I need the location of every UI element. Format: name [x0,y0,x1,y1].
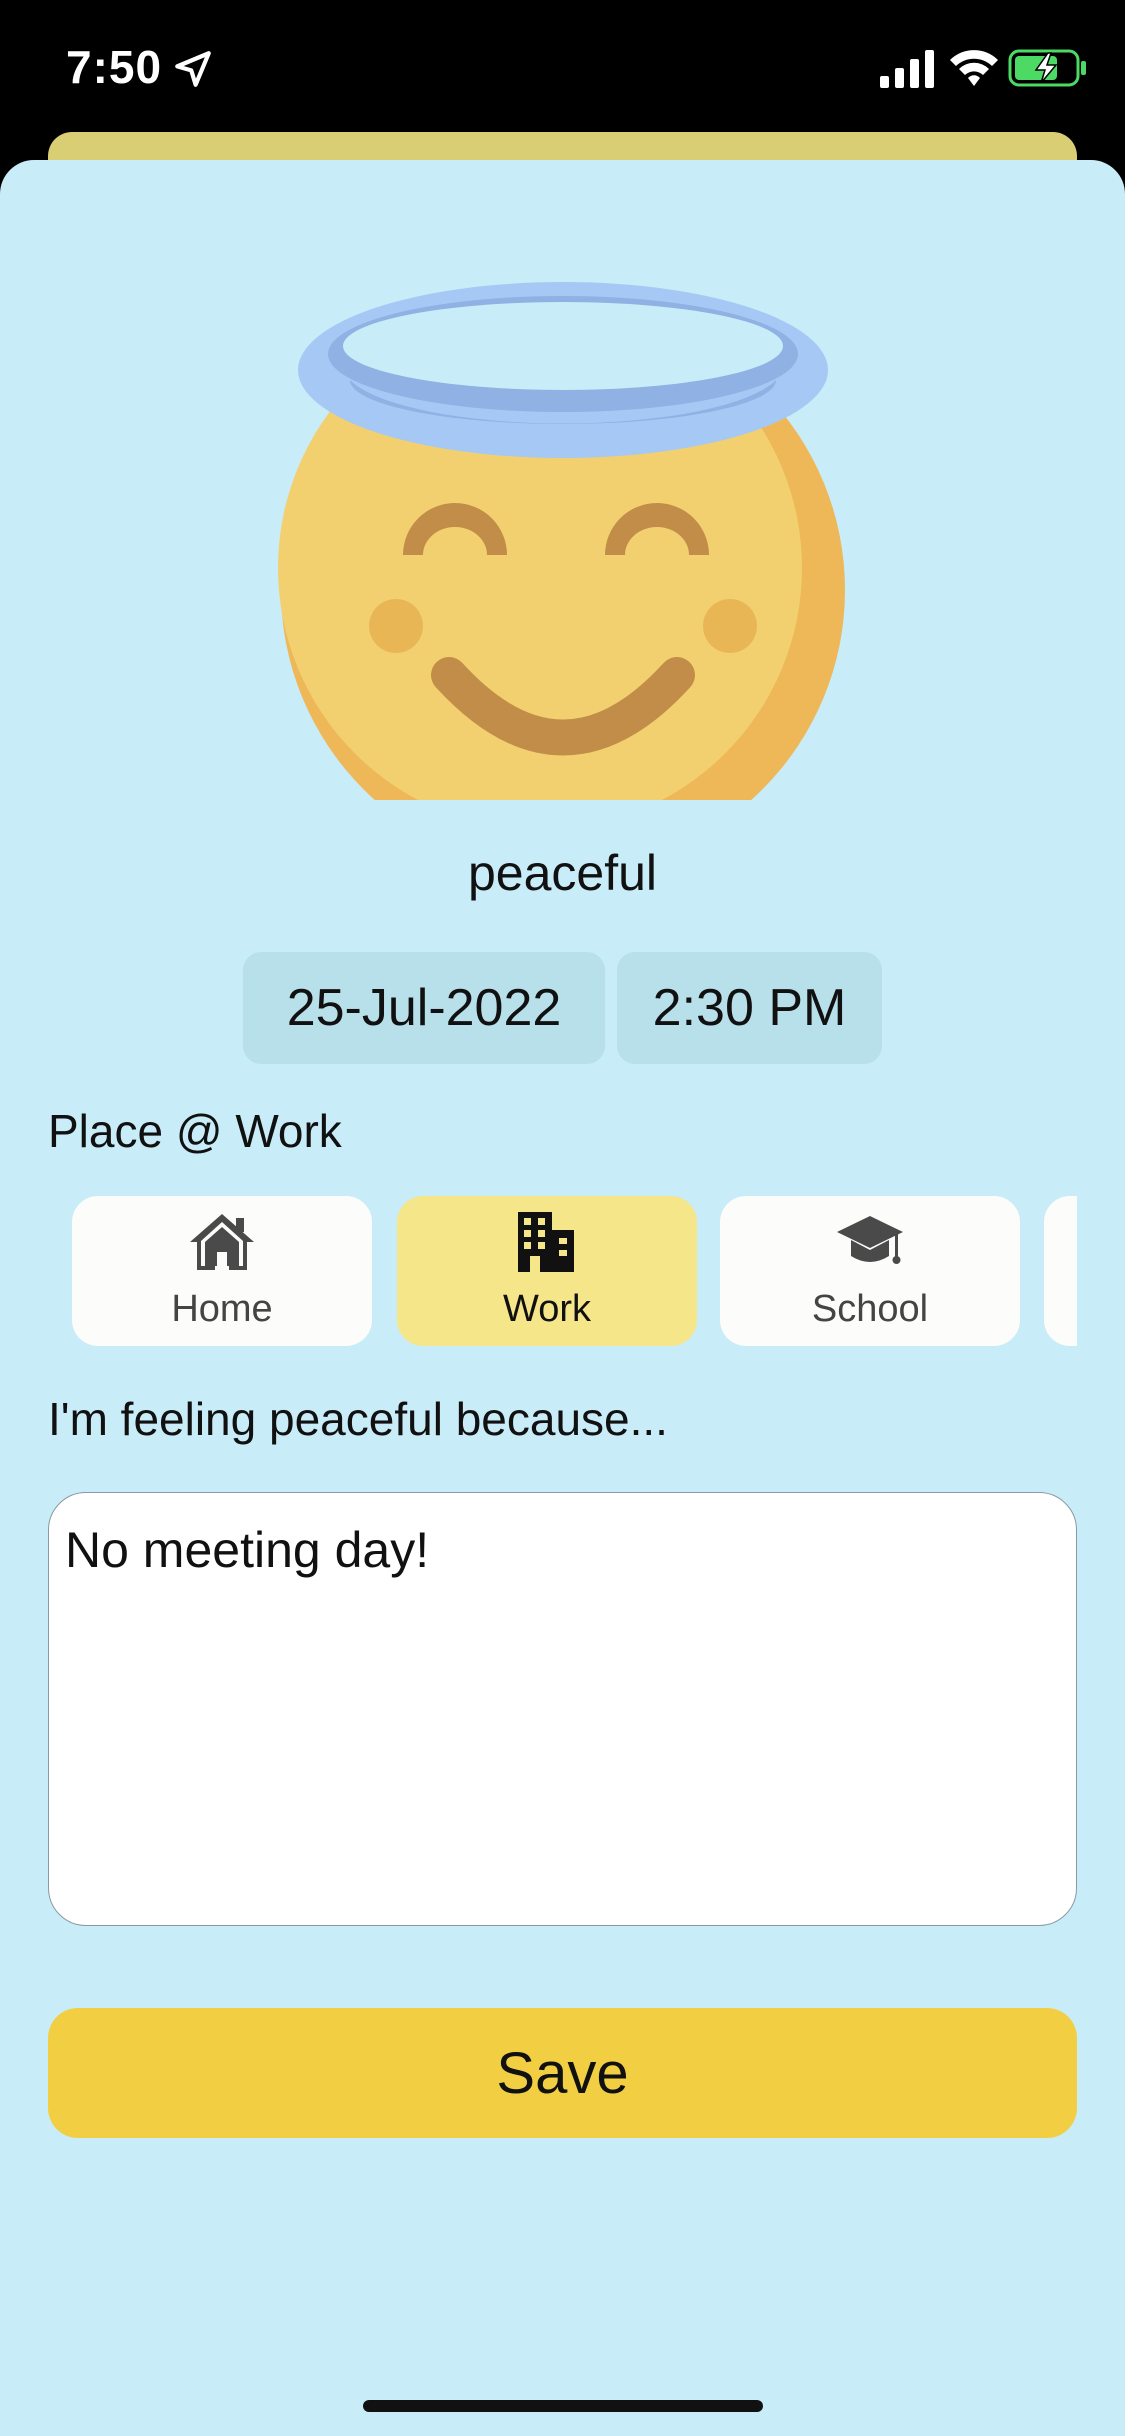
battery-charging-icon [1008,49,1086,87]
building-icon [518,1212,574,1272]
mood-entry-sheet: peaceful 25-Jul-2022 2:30 PM Place @ Wor… [0,160,1125,2436]
status-time: 7:50 [66,41,163,93]
reason-textarea[interactable]: No meeting day! [48,1492,1077,1926]
place-selector[interactable]: Home Work School [0,1196,1077,1350]
graduation-cap-icon [837,1216,903,1264]
status-bar: 7:50 [0,0,1125,130]
place-option-label: Work [503,1288,591,1330]
time-picker-button[interactable]: 2:30 PM [617,952,882,1064]
date-picker-button[interactable]: 25-Jul-2022 [243,952,605,1064]
place-heading: Place @ Work [48,1105,342,1157]
wifi-icon [950,50,998,86]
place-option-school[interactable]: School [720,1196,1020,1346]
reason-heading: I'm feeling peaceful because... [48,1393,668,1445]
place-option-label: School [811,1288,929,1330]
mood-label: peaceful [467,845,658,901]
home-indicator [363,2400,763,2412]
place-option-label: Home [171,1288,273,1330]
place-option-work[interactable]: Work [397,1196,697,1346]
cellular-signal-icon [880,50,934,88]
place-option-more[interactable] [1044,1196,1077,1346]
place-option-home[interactable]: Home [72,1196,372,1346]
angel-smiley-icon [278,282,845,800]
house-icon [190,1214,254,1270]
location-arrow-icon [175,51,211,87]
save-button[interactable]: Save [48,2008,1077,2138]
